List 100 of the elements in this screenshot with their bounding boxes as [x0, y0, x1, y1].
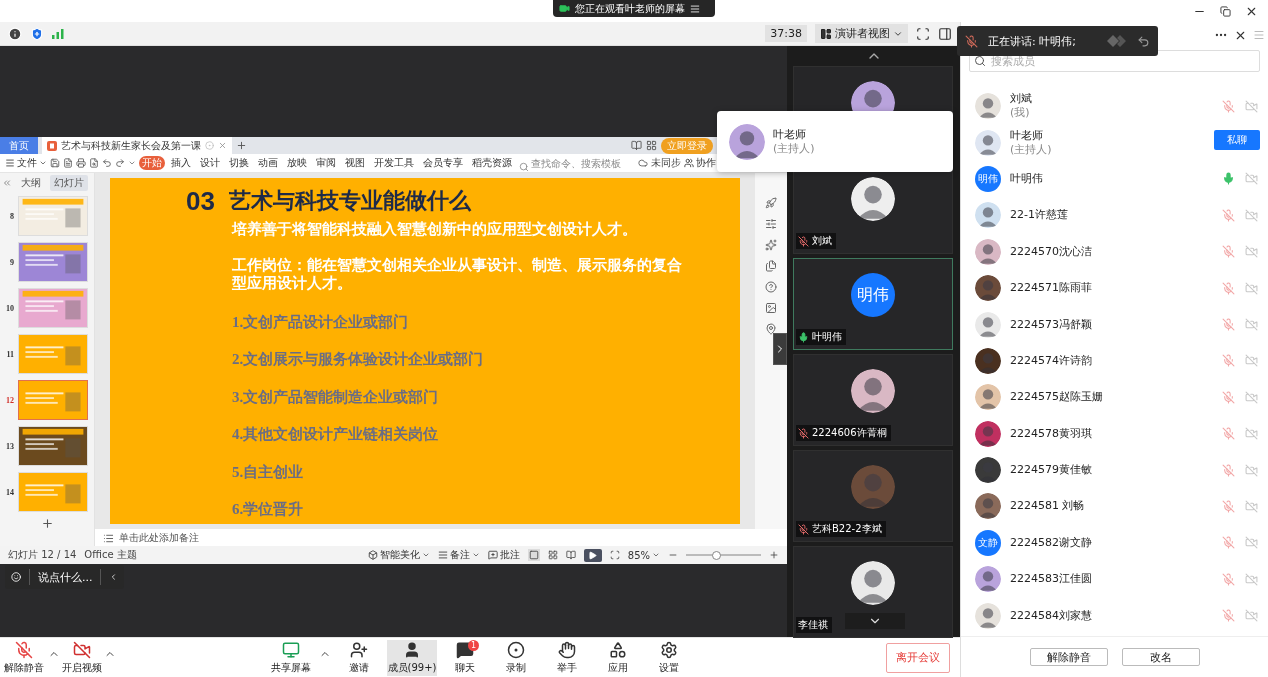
member-row[interactable]: 2224574许诗韵 — [961, 342, 1268, 380]
toolbar-button[interactable]: 录制 — [493, 639, 539, 676]
member-row[interactable]: 2224578黄羽琪 — [961, 415, 1268, 452]
mic-off-icon[interactable] — [1222, 427, 1235, 441]
slider-thumb[interactable] — [712, 550, 722, 560]
sidebar-icon[interactable] — [938, 26, 952, 41]
play-button[interactable] — [583, 548, 602, 562]
member-row[interactable]: 2224571陈雨菲 — [961, 269, 1268, 307]
add-slide-icon[interactable] — [40, 517, 54, 530]
preview-icon[interactable] — [89, 158, 99, 168]
member-row[interactable]: 2224575赵陈玉姗 — [961, 379, 1268, 416]
ribbon-tab[interactable]: 动画 — [255, 156, 281, 170]
toolbar-button[interactable]: 应用 — [595, 639, 641, 676]
copy-icon[interactable] — [765, 260, 777, 272]
rocket-icon[interactable] — [765, 197, 777, 209]
collaborate-button[interactable]: 协作 — [684, 156, 716, 170]
mic-off-icon[interactable] — [1222, 281, 1235, 295]
sliders-icon[interactable] — [765, 218, 777, 230]
camera-off-icon[interactable] — [1245, 172, 1258, 186]
toolbar-button[interactable]: 解除静音 — [0, 639, 48, 676]
reading-view-icon[interactable] — [565, 550, 576, 560]
command-search-field[interactable]: 查找命令、搜索模板 — [518, 157, 635, 169]
camera-off-icon[interactable] — [1245, 500, 1258, 513]
member-row[interactable]: 明伟 叶明伟 — [961, 160, 1268, 198]
zoom-in-icon[interactable] — [769, 550, 779, 560]
panel-tab[interactable]: 幻灯片 — [50, 175, 88, 191]
camera-off-icon[interactable] — [1245, 354, 1258, 368]
member-row[interactable]: 叶老师 (主持人) 私聊 — [961, 124, 1268, 161]
toolbar-button[interactable]: 共享屏幕 — [268, 639, 314, 676]
camera-off-icon[interactable] — [1245, 318, 1258, 332]
member-row[interactable]: 2224583江佳圆 — [961, 561, 1268, 598]
member-row[interactable]: 2224581 刘畅 — [961, 488, 1268, 525]
toolbar-button[interactable]: 邀请 — [336, 639, 382, 676]
pin-icon[interactable] — [765, 323, 777, 335]
view-button[interactable]: 演讲者视图 — [815, 24, 908, 43]
fit-icon[interactable] — [609, 550, 620, 560]
mic-off-icon[interactable] — [1222, 208, 1235, 222]
mic-off-icon[interactable] — [1222, 536, 1235, 550]
toolbar-button[interactable]: 举手 — [544, 639, 590, 676]
ribbon-tab[interactable]: 放映 — [284, 156, 310, 170]
toolbar-button[interactable]: 设置 — [646, 639, 692, 676]
ribbon-tab[interactable]: 审阅 — [313, 156, 339, 170]
camera-off-icon[interactable] — [1245, 572, 1258, 586]
camera-off-icon[interactable] — [1245, 609, 1258, 623]
grid-icon[interactable] — [646, 140, 657, 151]
member-row[interactable]: 文静 2224582谢文静 — [961, 524, 1268, 562]
notes-placeholder[interactable]: 单击此处添加备注 — [119, 531, 199, 545]
restore-icon[interactable] — [1220, 5, 1231, 17]
mic-off-icon[interactable] — [1222, 500, 1235, 513]
member-row[interactable]: 2224570沈心洁 — [961, 233, 1268, 270]
slide-thumbnail[interactable] — [18, 380, 88, 420]
collapse-icon[interactable] — [2, 178, 12, 188]
camera-off-icon[interactable] — [1245, 208, 1258, 222]
member-row[interactable]: 2224573冯舒颖 — [961, 306, 1268, 343]
print-icon[interactable] — [76, 158, 86, 168]
redo-icon[interactable] — [115, 158, 125, 168]
ribbon-tab[interactable]: 开发工具 — [371, 156, 417, 170]
file-menu[interactable]: 文件 — [5, 156, 47, 170]
private-chat-button[interactable]: 私聊 — [1214, 130, 1260, 151]
panel-button[interactable]: 改名 — [1121, 648, 1200, 666]
caret-icon[interactable] — [128, 159, 136, 167]
toolbar-button[interactable]: 1 聊天 — [442, 639, 488, 676]
panel-button[interactable]: 解除静音 — [1029, 648, 1108, 666]
member-row[interactable]: 22-1许慈莲 — [961, 197, 1268, 234]
image-icon[interactable] — [765, 302, 777, 314]
document-icon[interactable] — [63, 158, 73, 168]
normal-view-button[interactable] — [527, 549, 540, 561]
camera-off-icon[interactable] — [1245, 427, 1258, 441]
mic-icon[interactable] — [1222, 172, 1235, 186]
info-icon[interactable] — [8, 26, 22, 41]
camera-off-icon[interactable] — [1245, 99, 1258, 113]
fullscreen-icon[interactable] — [916, 26, 930, 41]
grid-view-icon[interactable] — [547, 550, 558, 560]
toolbar-button[interactable]: 开启视频 — [60, 639, 104, 676]
undo-icon[interactable] — [102, 158, 112, 168]
camera-off-icon[interactable] — [1245, 536, 1258, 550]
mic-off-icon[interactable] — [1222, 609, 1235, 623]
menu-icon[interactable] — [690, 3, 700, 14]
mic-off-icon[interactable] — [1222, 99, 1235, 113]
shield-icon[interactable] — [30, 26, 44, 41]
member-row[interactable]: 2224584刘家慧 — [961, 597, 1268, 634]
mic-off-icon[interactable] — [1222, 245, 1235, 259]
mic-off-icon[interactable] — [1222, 390, 1235, 404]
camera-off-icon[interactable] — [1245, 245, 1258, 259]
toolbar-button[interactable]: 成员(99+) — [387, 639, 437, 676]
member-row[interactable]: 刘斌 (我) — [961, 88, 1268, 125]
document-tab[interactable]: 艺术与科技新生家长会及第一课 — [42, 137, 232, 154]
mic-off-icon[interactable] — [1222, 318, 1235, 332]
camera-off-icon[interactable] — [1245, 281, 1258, 295]
scroll-down-button[interactable] — [845, 613, 905, 629]
ribbon-tab[interactable]: 会员专享 — [420, 156, 466, 170]
leave-meeting-button[interactable]: 离开会议 — [886, 642, 950, 673]
camera-off-icon[interactable] — [1245, 390, 1258, 404]
save-icon[interactable] — [50, 158, 60, 168]
comments-button[interactable]: 批注 — [487, 548, 520, 562]
mic-off-icon[interactable] — [1222, 354, 1235, 368]
ribbon-tab[interactable]: 视图 — [342, 156, 368, 170]
reader-icon[interactable] — [631, 140, 642, 151]
collapse-button[interactable] — [773, 333, 787, 365]
mic-off-icon[interactable] — [1222, 572, 1235, 586]
